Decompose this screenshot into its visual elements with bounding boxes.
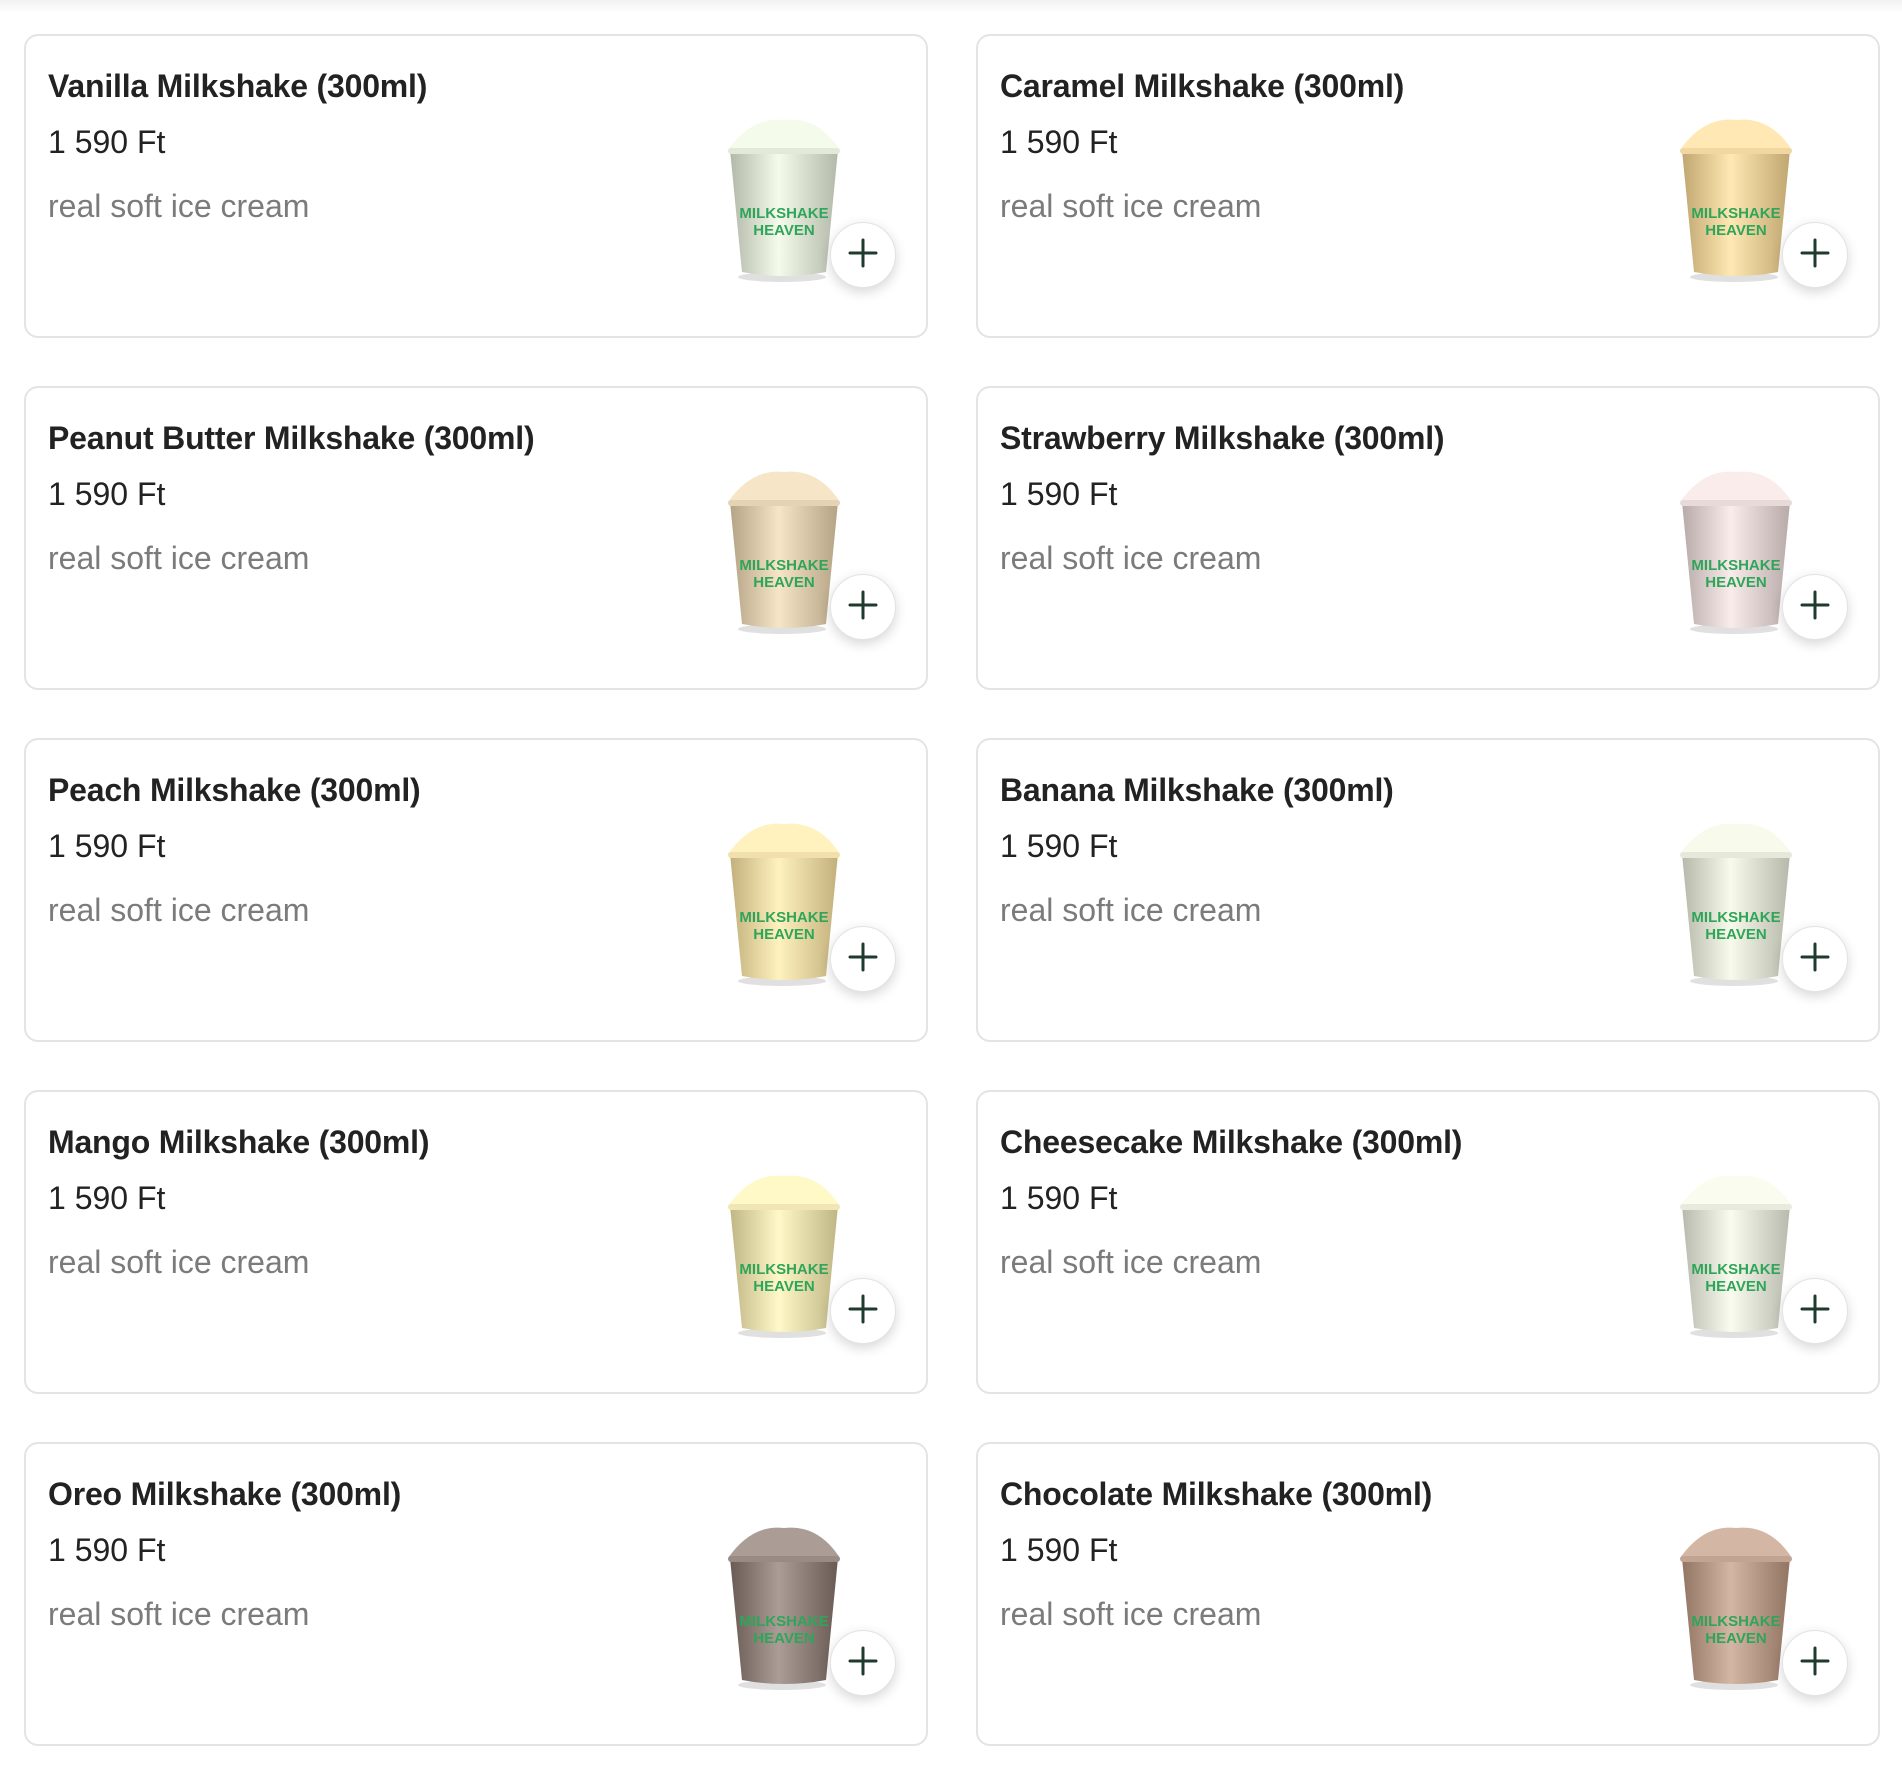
plus-icon xyxy=(848,238,878,273)
product-name: Caramel Milkshake (300ml) xyxy=(1000,68,1405,104)
product-grid: Vanilla Milkshake (300ml) 1 590 Ft real so… xyxy=(24,34,1880,1746)
add-to-cart-button[interactable] xyxy=(830,574,896,640)
add-to-cart-button[interactable] xyxy=(1782,1630,1848,1696)
caramel-milkshake-cup: MILKSHAKE HEAVEN xyxy=(1674,114,1798,284)
cup-brand-line2: HEAVEN xyxy=(753,574,814,591)
product-price: 1 590 Ft xyxy=(48,1532,166,1568)
product-description: real soft ice cream xyxy=(1000,188,1262,224)
product-name: Cheesecake Milkshake (300ml) xyxy=(1000,1124,1463,1160)
cup-brand-line2: HEAVEN xyxy=(1705,222,1766,239)
product-card[interactable]: Cheesecake Milkshake (300ml) 1 590 Ft real… xyxy=(976,1090,1880,1394)
plus-icon xyxy=(848,942,878,977)
add-to-cart-button[interactable] xyxy=(830,1278,896,1344)
add-to-cart-button[interactable] xyxy=(830,926,896,992)
cup-brand-line2: HEAVEN xyxy=(1705,1630,1766,1647)
cup-brand-line1: MILKSHAKE xyxy=(1691,205,1780,222)
product-card[interactable]: Vanilla Milkshake (300ml) 1 590 Ft real so… xyxy=(24,34,928,338)
product-price: 1 590 Ft xyxy=(48,828,166,864)
plus-icon xyxy=(848,1646,878,1681)
product-price: 1 590 Ft xyxy=(1000,1180,1118,1216)
cup-brand-line2: HEAVEN xyxy=(1705,926,1766,943)
plus-icon xyxy=(1800,942,1830,977)
product-description: real soft ice cream xyxy=(48,188,310,224)
cup-brand-line1: MILKSHAKE xyxy=(1691,909,1780,926)
product-name: Vanilla Milkshake (300ml) xyxy=(48,68,428,104)
product-card[interactable]: Caramel Milkshake (300ml) 1 590 Ft real so… xyxy=(976,34,1880,338)
cup-brand-line1: MILKSHAKE xyxy=(739,557,828,574)
cup-brand-line1: MILKSHAKE xyxy=(1691,1613,1780,1630)
product-card[interactable]: Peach Milkshake (300ml) 1 590 Ft real soft… xyxy=(24,738,928,1042)
add-to-cart-button[interactable] xyxy=(1782,222,1848,288)
product-name: Oreo Milkshake (300ml) xyxy=(48,1476,402,1512)
strawberry-milkshake-cup: MILKSHAKE HEAVEN xyxy=(1674,466,1798,636)
product-price: 1 590 Ft xyxy=(48,124,166,160)
banana-milkshake-cup: MILKSHAKE HEAVEN xyxy=(1674,818,1798,988)
cup-brand-line1: MILKSHAKE xyxy=(739,205,828,222)
cup-brand-line1: MILKSHAKE xyxy=(739,1261,828,1278)
product-price: 1 590 Ft xyxy=(48,1180,166,1216)
product-name: Strawberry Milkshake (300ml) xyxy=(1000,420,1445,456)
product-name: Peanut Butter Milkshake (300ml) xyxy=(48,420,535,456)
product-price: 1 590 Ft xyxy=(1000,476,1118,512)
plus-icon xyxy=(1800,238,1830,273)
plus-icon xyxy=(848,1294,878,1329)
product-description: real soft ice cream xyxy=(48,540,310,576)
peach-milkshake-cup: MILKSHAKE HEAVEN xyxy=(722,818,846,988)
plus-icon xyxy=(1800,590,1830,625)
product-description: real soft ice cream xyxy=(1000,1244,1262,1280)
add-to-cart-button[interactable] xyxy=(1782,574,1848,640)
cup-brand-line2: HEAVEN xyxy=(753,1630,814,1647)
product-name: Banana Milkshake (300ml) xyxy=(1000,772,1394,808)
product-description: real soft ice cream xyxy=(48,892,310,928)
product-price: 1 590 Ft xyxy=(1000,1532,1118,1568)
product-description: real soft ice cream xyxy=(48,1596,310,1632)
cheesecake-milkshake-cup: MILKSHAKE HEAVEN xyxy=(1674,1170,1798,1340)
product-card[interactable]: Peanut Butter Milkshake (300ml) 1 590 Ft r… xyxy=(24,386,928,690)
add-to-cart-button[interactable] xyxy=(1782,926,1848,992)
cup-brand-line2: HEAVEN xyxy=(1705,574,1766,591)
product-card[interactable]: Strawberry Milkshake (300ml) 1 590 Ft real… xyxy=(976,386,1880,690)
product-name: Mango Milkshake (300ml) xyxy=(48,1124,430,1160)
product-card[interactable]: Banana Milkshake (300ml) 1 590 Ft real sof… xyxy=(976,738,1880,1042)
product-card[interactable]: Chocolate Milkshake (300ml) 1 590 Ft real … xyxy=(976,1442,1880,1746)
cup-brand-line1: MILKSHAKE xyxy=(1691,1261,1780,1278)
product-description: real soft ice cream xyxy=(48,1244,310,1280)
product-description: real soft ice cream xyxy=(1000,892,1262,928)
cup-brand-line2: HEAVEN xyxy=(753,1278,814,1295)
product-price: 1 590 Ft xyxy=(48,476,166,512)
plus-icon xyxy=(1800,1646,1830,1681)
add-to-cart-button[interactable] xyxy=(1782,1278,1848,1344)
cup-brand-line1: MILKSHAKE xyxy=(1691,557,1780,574)
product-card[interactable]: Oreo Milkshake (300ml) 1 590 Ft real soft … xyxy=(24,1442,928,1746)
product-price: 1 590 Ft xyxy=(1000,124,1118,160)
cup-brand-line1: MILKSHAKE xyxy=(739,1613,828,1630)
mango-milkshake-cup: MILKSHAKE HEAVEN xyxy=(722,1170,846,1340)
product-price: 1 590 Ft xyxy=(1000,828,1118,864)
chocolate-milkshake-cup: MILKSHAKE HEAVEN xyxy=(1674,1522,1798,1692)
product-card[interactable]: Mango Milkshake (300ml) 1 590 Ft real soft… xyxy=(24,1090,928,1394)
plus-icon xyxy=(848,590,878,625)
plus-icon xyxy=(1800,1294,1830,1329)
cup-brand-line2: HEAVEN xyxy=(753,222,814,239)
product-description: real soft ice cream xyxy=(1000,1596,1262,1632)
top-shadow xyxy=(0,0,1902,14)
peanut-butter-milkshake-cup: MILKSHAKE HEAVEN xyxy=(722,466,846,636)
add-to-cart-button[interactable] xyxy=(830,1630,896,1696)
product-name: Chocolate Milkshake (300ml) xyxy=(1000,1476,1433,1512)
add-to-cart-button[interactable] xyxy=(830,222,896,288)
cup-brand-line2: HEAVEN xyxy=(1705,1278,1766,1295)
product-description: real soft ice cream xyxy=(1000,540,1262,576)
cup-brand-line1: MILKSHAKE xyxy=(739,909,828,926)
cup-brand-line2: HEAVEN xyxy=(753,926,814,943)
vanilla-milkshake-cup: MILKSHAKE HEAVEN xyxy=(722,114,846,284)
product-name: Peach Milkshake (300ml) xyxy=(48,772,421,808)
oreo-milkshake-cup: MILKSHAKE HEAVEN xyxy=(722,1522,846,1692)
